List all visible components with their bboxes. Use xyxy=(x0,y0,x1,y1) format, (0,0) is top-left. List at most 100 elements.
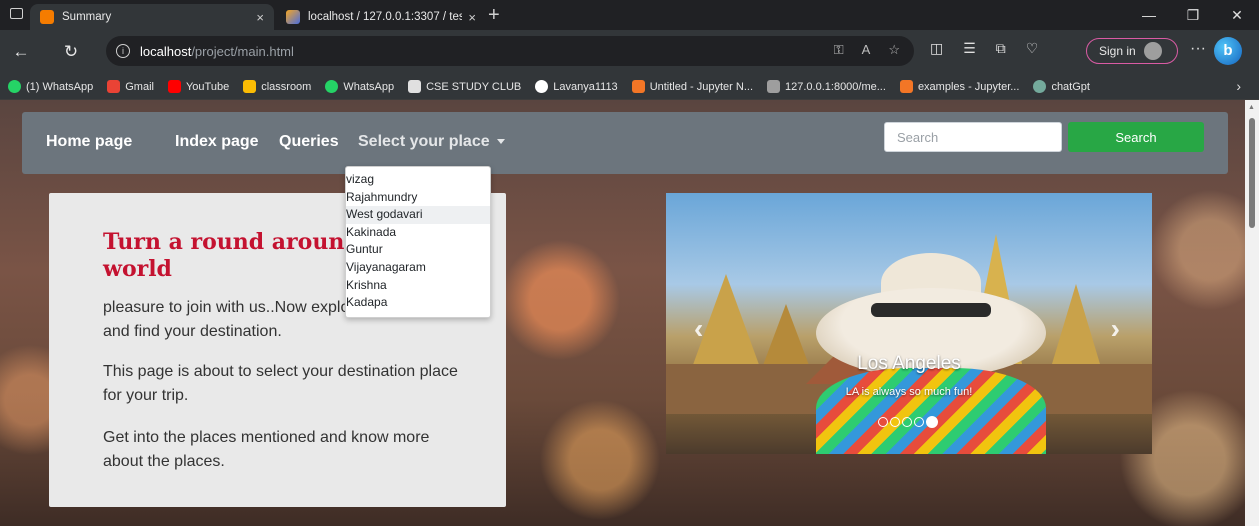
carousel-indicator-5[interactable] xyxy=(926,416,938,428)
nav-index-link[interactable]: Index page xyxy=(175,133,259,151)
dropdown-item-label: Guntur xyxy=(346,242,383,257)
bookmark-classroom[interactable]: classroom xyxy=(243,80,311,93)
chevron-right-icon[interactable]: › xyxy=(1236,78,1241,94)
tab-actions-icon[interactable] xyxy=(10,8,23,19)
bookmark-label: Gmail xyxy=(125,80,154,93)
close-window-button[interactable]: ✕ xyxy=(1215,0,1259,30)
dropdown-item-west-godavari[interactable]: West godavari xyxy=(346,206,490,224)
refresh-icon[interactable]: ↻ xyxy=(58,39,84,65)
hat-band xyxy=(871,303,991,317)
xampp-icon xyxy=(40,10,54,24)
classroom-icon xyxy=(243,80,257,93)
bookmark-label: chatGpt xyxy=(1051,80,1090,93)
cse-club-icon xyxy=(408,80,422,93)
url-field[interactable]: i localhost/project/main.html ⚿ A ☆ xyxy=(106,36,914,66)
caret-down-icon xyxy=(496,139,505,145)
carousel-indicator-4[interactable] xyxy=(914,417,924,427)
scroll-up-icon[interactable]: ▲ xyxy=(1248,104,1255,111)
bookmark-whatsapp-2[interactable]: WhatsApp xyxy=(325,80,394,93)
traveler-shirt xyxy=(816,368,1046,454)
bookmark-jupyter-2[interactable]: examples - Jupyter... xyxy=(899,80,1020,93)
carousel-indicator-3[interactable] xyxy=(902,417,912,427)
bookmark-label: examples - Jupyter... xyxy=(917,80,1020,93)
bookmark-label: CSE STUDY CLUB xyxy=(426,80,522,93)
tab-title: Summary xyxy=(62,11,112,23)
github-icon xyxy=(535,80,549,93)
bookmarks-bar: (1) WhatsApp Gmail YouTube classroom Wha… xyxy=(0,74,1259,100)
carousel-next-icon[interactable]: › xyxy=(1111,313,1120,345)
image-carousel: ‹ › Los Angeles LA is always so much fun… xyxy=(666,193,1152,454)
dropdown-item-label: vizag xyxy=(346,172,375,186)
select-place-dropdown-toggle[interactable]: Select your place xyxy=(358,133,505,151)
gmail-icon xyxy=(107,80,121,93)
select-place-label: Select your place xyxy=(358,133,490,150)
dropdown-item-kadapa[interactable]: Kadapa xyxy=(346,294,490,312)
carousel-indicator-1[interactable] xyxy=(878,417,888,427)
jupyter-icon xyxy=(631,80,645,93)
bookmark-youtube[interactable]: YouTube xyxy=(167,80,229,93)
dropdown-item-guntur[interactable]: Guntur xyxy=(346,241,490,259)
search-input[interactable] xyxy=(884,122,1062,152)
sign-in-button[interactable]: Sign in xyxy=(1086,38,1178,64)
carousel-prev-icon[interactable]: ‹ xyxy=(694,313,703,345)
avatar xyxy=(1143,42,1162,60)
bookmark-chatgpt[interactable]: chatGpt xyxy=(1033,80,1090,93)
dropdown-item-label: West godavari xyxy=(346,207,423,222)
dropdown-item-label: Rajahmundry xyxy=(346,189,418,204)
bookmark-jupyter-1[interactable]: Untitled - Jupyter N... xyxy=(631,80,753,93)
close-tab-icon[interactable]: × xyxy=(468,10,476,25)
bookmark-gmail[interactable]: Gmail xyxy=(107,80,154,93)
dropdown-item-label: Krishna xyxy=(346,277,387,292)
dropdown-item-krishna[interactable]: Krishna xyxy=(346,277,490,295)
place-dropdown-menu: vizag Rajahmundry West godavari Kakinada… xyxy=(345,166,491,318)
info-icon[interactable]: i xyxy=(116,44,130,58)
bookmark-github[interactable]: Lavanya1113 xyxy=(535,80,618,93)
search-button[interactable]: Search xyxy=(1068,122,1204,152)
collections-icon[interactable]: ⧉ xyxy=(996,40,1006,57)
chatgpt-icon xyxy=(1033,80,1047,93)
dropdown-item-vijayanagaram[interactable]: Vijayanagaram xyxy=(346,259,490,277)
bookmark-label: 127.0.0.1:8000/me... xyxy=(785,80,886,93)
split-screen-icon[interactable]: ◫ xyxy=(930,40,943,57)
page-scrollbar[interactable]: ▲ xyxy=(1245,100,1259,526)
dropdown-item-kakinada[interactable]: Kakinada xyxy=(346,224,490,242)
carousel-indicators xyxy=(878,416,938,428)
whatsapp-icon xyxy=(325,80,339,93)
bookmark-localhost[interactable]: 127.0.0.1:8000/me... xyxy=(767,80,886,93)
bookmark-whatsapp-1[interactable]: (1) WhatsApp xyxy=(8,80,93,93)
carousel-indicator-2[interactable] xyxy=(890,417,900,427)
read-aloud-icon[interactable]: A xyxy=(862,42,871,58)
dropdown-item-rajahmundry[interactable]: Rajahmundry xyxy=(346,189,490,207)
favorite-star-icon[interactable]: ☆ xyxy=(888,42,900,58)
bookmark-label: Lavanya1113 xyxy=(553,80,618,93)
bookmark-label: WhatsApp xyxy=(343,80,395,93)
back-icon[interactable]: ← xyxy=(8,39,34,65)
tab-phpmyadmin[interactable]: localhost / 127.0.0.1:3307 / test / × xyxy=(276,4,486,30)
dropdown-item-label: Vijayanagaram xyxy=(346,259,426,274)
address-bar-row: ← ↻ i localhost/project/main.html ⚿ A ☆ … xyxy=(0,30,1259,74)
site-navbar: Home page Index page Queries Select your… xyxy=(22,112,1228,174)
minimize-button[interactable]: — xyxy=(1127,0,1171,30)
bing-copilot-icon[interactable]: b xyxy=(1214,37,1242,65)
nav-queries-link[interactable]: Queries xyxy=(279,133,339,151)
url-host: localhost xyxy=(140,43,192,59)
bookmark-cse-study-club[interactable]: CSE STUDY CLUB xyxy=(408,80,521,93)
page-viewport: Home page Index page Queries Select your… xyxy=(0,100,1259,526)
jupyter-icon xyxy=(899,80,913,93)
close-tab-icon[interactable]: × xyxy=(256,10,264,25)
new-tab-button[interactable]: + xyxy=(488,4,500,26)
url-path: /project/main.html xyxy=(191,43,294,59)
phpmyadmin-icon xyxy=(286,10,300,24)
favorites-icon[interactable]: ☰ xyxy=(963,40,976,57)
more-menu-icon[interactable]: ··· xyxy=(1190,40,1206,58)
dropdown-item-vizag[interactable]: vizag xyxy=(346,171,490,189)
key-icon[interactable]: ⚿ xyxy=(834,42,844,58)
performance-icon[interactable]: ♡ xyxy=(1026,40,1039,57)
bookmark-label: (1) WhatsApp xyxy=(26,80,94,93)
restore-button[interactable]: ❐ xyxy=(1171,0,1215,30)
scrollbar-thumb[interactable] xyxy=(1249,118,1255,228)
nav-home-link[interactable]: Home page xyxy=(46,133,132,151)
window-controls: — ❐ ✕ xyxy=(1127,0,1259,30)
whatsapp-icon xyxy=(8,80,21,93)
tab-summary[interactable]: Summary × xyxy=(30,4,274,30)
